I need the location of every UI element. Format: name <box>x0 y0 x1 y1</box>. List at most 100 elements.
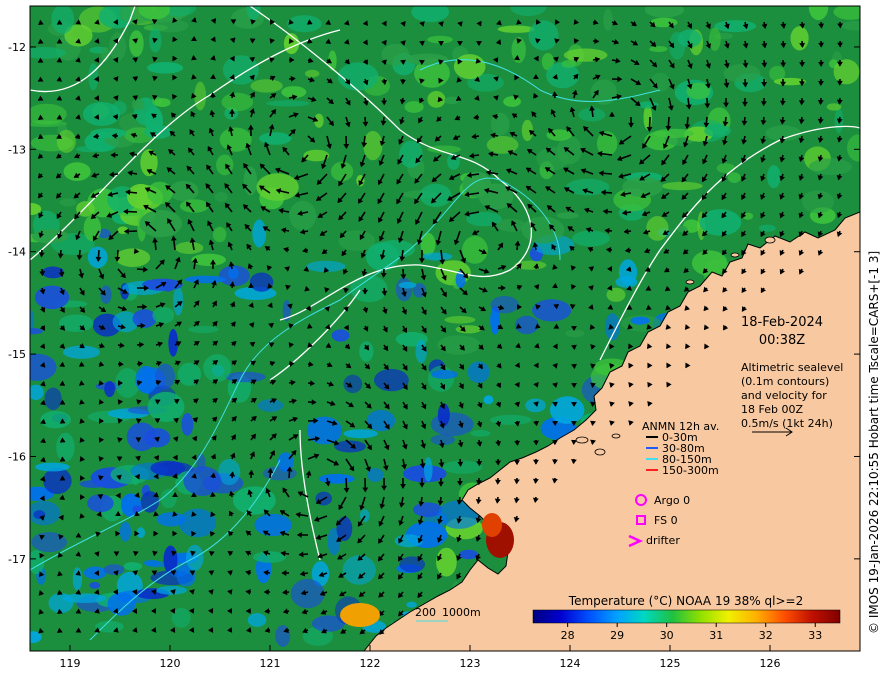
lon-tick-label: 119 <box>60 657 81 670</box>
sst-patch <box>143 559 160 567</box>
sst-patch <box>758 224 776 232</box>
sst-patch <box>43 467 72 494</box>
sst-patch <box>290 578 325 609</box>
sst-patch <box>224 371 266 383</box>
sst-patch <box>100 285 112 304</box>
colorbar-ramp <box>532 609 841 624</box>
sst-patch <box>30 328 43 335</box>
drifter-label: drifter <box>646 534 680 547</box>
lon-tick-label: 125 <box>660 657 681 670</box>
sst-patch <box>459 549 479 560</box>
sst-patch <box>228 267 239 280</box>
sst-patch <box>44 387 62 411</box>
sst-patch <box>275 625 291 647</box>
sst-patch <box>82 102 121 126</box>
sst-patch <box>430 412 474 437</box>
sst-patch <box>644 6 685 18</box>
sst-patch <box>115 248 151 267</box>
sst-patch <box>556 212 579 219</box>
sst-patch <box>243 166 258 196</box>
sst-patch <box>420 232 436 256</box>
sst-patch <box>107 592 136 616</box>
sst-patch <box>181 413 194 436</box>
sst-patch <box>399 140 423 168</box>
sst-patch <box>119 521 132 542</box>
colorbar-title: Temperature (°C) NOAA 19 38% ql>=2 <box>568 594 803 608</box>
sst-patch <box>219 127 252 152</box>
description-line: and velocity for <box>741 389 827 402</box>
sst-patch <box>252 219 267 248</box>
sst-patch <box>767 165 781 189</box>
colorbar-tick-label: 33 <box>808 629 822 642</box>
sst-patch <box>363 131 383 161</box>
sst-patch <box>163 545 178 574</box>
sst-patch <box>318 473 355 484</box>
sst-patch <box>790 26 809 51</box>
sst-patch <box>503 96 521 107</box>
sst-patch <box>305 69 320 78</box>
sst-patch <box>661 181 703 191</box>
sst-patch <box>104 380 115 398</box>
sst-patch <box>630 316 650 325</box>
map-figure: 119 120 121 122 123 124 125 126 -12 -13 -14 -15 -16… <box>8 5 880 670</box>
lat-tick-label: -13 <box>8 143 26 156</box>
sst-patch <box>841 21 860 31</box>
sst-patch <box>404 101 424 113</box>
sst-patch <box>59 198 77 207</box>
sst-patch <box>709 27 721 51</box>
sst-patch <box>343 429 378 439</box>
sst-patch <box>419 183 452 207</box>
map-date: 18-Feb-2024 <box>741 315 823 330</box>
lon-tick-label: 124 <box>560 657 581 670</box>
sst-patch <box>287 15 322 33</box>
sst-patch <box>415 339 427 364</box>
sst-patch <box>704 124 731 138</box>
lon-tick-label: 123 <box>460 657 481 670</box>
sst-patch <box>714 20 757 33</box>
sst-patch <box>289 200 317 231</box>
sst-patch <box>444 316 476 324</box>
sst-patch <box>147 62 184 74</box>
sst-patch <box>422 252 453 261</box>
sst-patch <box>565 329 585 338</box>
sst-patch <box>175 241 204 254</box>
sst-patch <box>430 370 459 379</box>
sst-patch <box>247 613 267 627</box>
sst-patch <box>411 6 450 23</box>
sst-patch <box>144 124 172 139</box>
sst-patch <box>109 32 126 62</box>
sst-patch <box>212 226 227 243</box>
sst-patch <box>51 6 75 34</box>
sst-patch <box>677 225 688 233</box>
sst-patch <box>83 215 102 242</box>
sst-patch <box>470 430 491 437</box>
sst-patch <box>123 562 143 571</box>
sst-patch <box>249 272 274 292</box>
sst-patch <box>138 6 171 20</box>
sst-patch <box>188 325 219 334</box>
sst-patch <box>56 129 76 153</box>
sst-patch <box>486 136 519 154</box>
sst-patch <box>88 63 99 91</box>
sst-patch <box>40 410 71 429</box>
sst-patch <box>490 296 519 314</box>
colorbar-tick-label: 30 <box>660 629 674 642</box>
sst-patch <box>266 100 310 107</box>
sst-patch <box>155 363 176 390</box>
credit-text: © IMOS 19-Jan-2026 22:10:55 Hobart time … <box>867 251 880 634</box>
sst-patch <box>646 216 669 241</box>
sst-patch <box>180 199 209 213</box>
sst-patch <box>453 54 486 80</box>
sst-patch <box>254 513 292 537</box>
sst-patch <box>203 354 232 382</box>
sst-patch <box>336 516 353 541</box>
lat-tick-label: -17 <box>8 553 26 566</box>
sst-patch <box>103 564 125 575</box>
sst-patch <box>30 103 67 125</box>
sst-patch <box>259 132 292 145</box>
lon-tick-label: 121 <box>260 657 281 670</box>
sst-patch <box>126 422 157 452</box>
sst-patch <box>603 8 613 31</box>
sst-patch <box>572 230 610 247</box>
sst-patch <box>826 103 842 111</box>
